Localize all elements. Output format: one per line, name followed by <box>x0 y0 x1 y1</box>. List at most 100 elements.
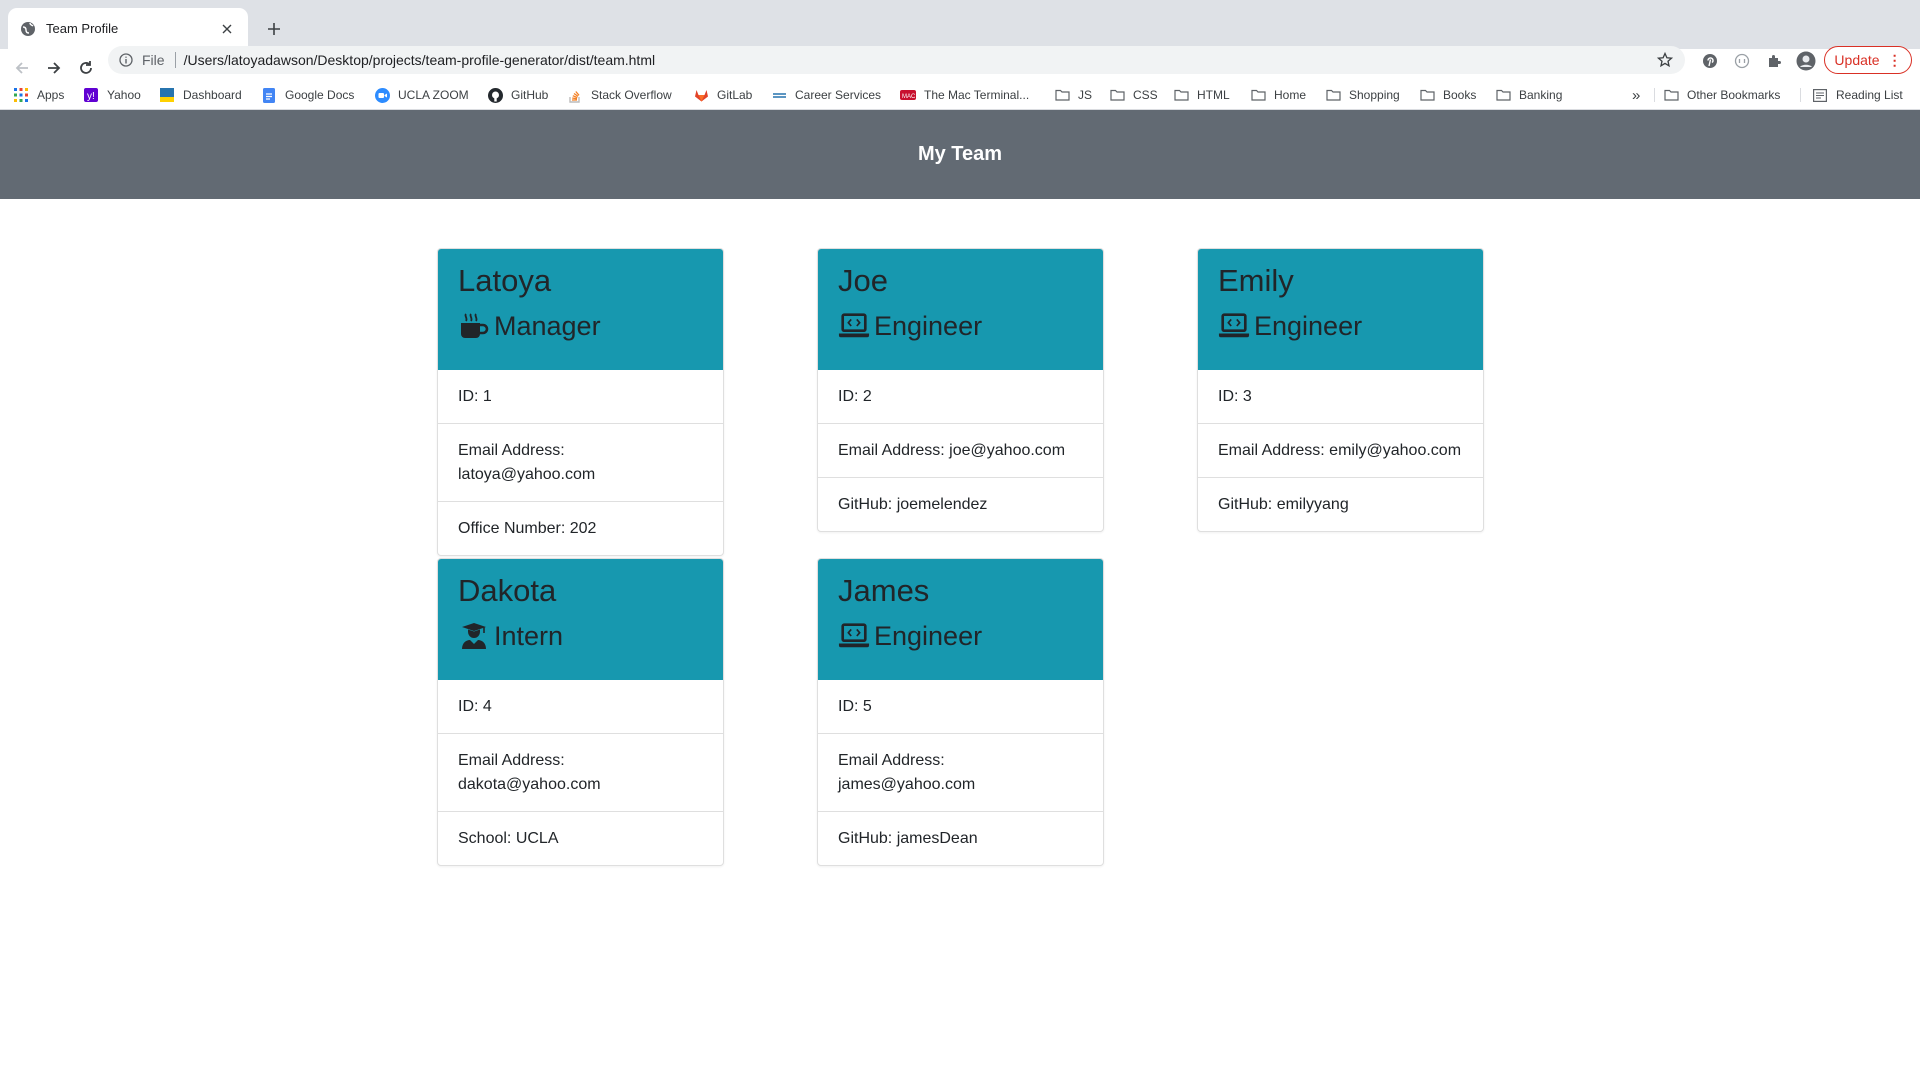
bookmark-folder-books[interactable]: Books <box>1419 86 1476 104</box>
extensions-puzzle-icon[interactable] <box>1763 50 1785 72</box>
folder-icon <box>1109 87 1125 103</box>
laptop-code-icon <box>838 622 870 650</box>
bookmark-folder-html[interactable]: HTML <box>1173 86 1230 104</box>
office-number: Office Number: 202 <box>438 501 723 555</box>
update-button[interactable]: Update ⋮ <box>1824 46 1912 74</box>
card-details-list: ID: 5 Email Address: james@yahoo.com Git… <box>818 680 1103 865</box>
bookmark-label: Dashboard <box>183 88 242 102</box>
bookmarks-overflow-button[interactable]: » <box>1632 86 1640 104</box>
bookmark-label: Other Bookmarks <box>1687 88 1781 102</box>
new-tab-button[interactable] <box>260 15 288 43</box>
card-header: Joe Engineer <box>818 249 1103 370</box>
bookmark-yahoo[interactable]: y! Yahoo <box>83 86 141 104</box>
bookmark-label: The Mac Terminal... <box>924 88 1030 102</box>
tab-title: Team Profile <box>46 21 119 36</box>
reading-list-button[interactable]: Reading List <box>1812 86 1903 104</box>
bookmarks-divider <box>1654 88 1655 102</box>
bookmark-folder-css[interactable]: CSS <box>1109 86 1158 104</box>
bookmark-folder-js[interactable]: JS <box>1054 86 1092 104</box>
bookmark-label: Banking <box>1519 88 1563 102</box>
bookmark-star-icon[interactable] <box>1655 50 1675 70</box>
ucla-icon <box>159 87 175 103</box>
email-link[interactable]: joe@yahoo.com <box>949 442 1065 459</box>
bookmark-google-docs[interactable]: Google Docs <box>261 86 354 104</box>
folder-icon <box>1173 87 1189 103</box>
bookmarks-bar: Apps y! Yahoo Dashboard Google Docs UCLA… <box>0 80 1920 110</box>
card-details-list: ID: 4 Email Address: dakota@yahoo.com Sc… <box>438 680 723 865</box>
folder-icon <box>1495 87 1511 103</box>
employee-email-row: Email Address: latoya@yahoo.com <box>438 423 723 501</box>
url-divider <box>174 52 176 68</box>
github-username[interactable]: GitHub: jamesDean <box>818 811 1103 865</box>
folder-icon <box>1325 87 1341 103</box>
bookmark-ucla-zoom[interactable]: UCLA ZOOM <box>374 86 469 104</box>
github-username[interactable]: GitHub: emilyyang <box>1198 477 1483 531</box>
page-title: My Team <box>917 143 1003 165</box>
globe-icon <box>20 21 36 37</box>
email-link[interactable]: latoya@yahoo.com <box>458 463 703 487</box>
card-details-list: ID: 3 Email Address: emily@yahoo.com Git… <box>1198 370 1483 531</box>
zoom-icon <box>374 87 390 103</box>
back-button[interactable] <box>10 56 34 80</box>
browser-tab[interactable]: Team Profile <box>8 8 248 49</box>
employee-email-row: Email Address: joe@yahoo.com <box>818 423 1103 477</box>
bookmark-folder-home[interactable]: Home <box>1250 86 1306 104</box>
bookmark-folder-banking[interactable]: Banking <box>1495 86 1562 104</box>
update-label: Update <box>1834 52 1880 68</box>
bookmark-label: Yahoo <box>107 88 141 102</box>
email-link[interactable]: emily@yahoo.com <box>1329 442 1461 459</box>
bookmark-career-services[interactable]: Career Services <box>771 86 881 104</box>
bookmark-gitlab[interactable]: GitLab <box>693 86 752 104</box>
card-header: Dakota Intern <box>438 559 723 680</box>
extension-circle-icon[interactable] <box>1731 50 1753 72</box>
role-label: Manager <box>494 311 601 341</box>
forward-button[interactable] <box>42 56 66 80</box>
svg-text:y!: y! <box>87 91 95 102</box>
address-bar[interactable]: File /Users/latoyadawson/Desktop/project… <box>108 46 1685 74</box>
bookmark-label: Shopping <box>1349 88 1400 102</box>
url-scheme: File <box>142 52 165 68</box>
employee-name: Dakota <box>458 573 557 608</box>
school-name: School: UCLA <box>438 811 723 865</box>
pinterest-extension-icon[interactable] <box>1699 50 1721 72</box>
employee-email-row: Email Address: emily@yahoo.com <box>1198 423 1483 477</box>
apps-grid-icon <box>13 87 29 103</box>
employee-role: Engineer <box>838 310 1083 342</box>
bookmark-github[interactable]: GitHub <box>487 86 548 104</box>
bookmark-label: Career Services <box>795 88 882 102</box>
card-header: James Engineer <box>818 559 1103 680</box>
bookmark-apps[interactable]: Apps <box>13 86 64 104</box>
role-label: Engineer <box>874 621 983 651</box>
email-label: Email Address: <box>458 442 565 459</box>
email-link[interactable]: dakota@yahoo.com <box>458 773 703 797</box>
email-label: Email Address: <box>838 442 945 459</box>
close-tab-icon[interactable] <box>218 20 236 38</box>
bookmark-other-bookmarks[interactable]: Other Bookmarks <box>1663 86 1780 104</box>
github-username[interactable]: GitHub: joemelendez <box>818 477 1103 531</box>
employee-role: Engineer <box>1218 310 1463 342</box>
url-text[interactable]: /Users/latoyadawson/Desktop/projects/tea… <box>184 52 1655 68</box>
svg-text:MAC: MAC <box>902 94 916 100</box>
folder-icon <box>1419 87 1435 103</box>
employee-email-row: Email Address: dakota@yahoo.com <box>438 733 723 811</box>
github-icon <box>487 87 503 103</box>
info-icon[interactable] <box>118 52 134 68</box>
yahoo-icon: y! <box>83 87 99 103</box>
bookmark-label: Google Docs <box>285 88 355 102</box>
email-link[interactable]: james@yahoo.com <box>838 773 1083 797</box>
employee-name: James <box>838 573 930 608</box>
employee-role: Manager <box>458 310 703 342</box>
bookmark-stack-overflow[interactable]: Stack Overflow <box>567 86 672 104</box>
bookmark-label: CSS <box>1133 88 1158 102</box>
profile-avatar-icon[interactable] <box>1795 50 1817 72</box>
card-header: Emily Engineer <box>1198 249 1483 370</box>
bookmark-label: Stack Overflow <box>591 88 672 102</box>
bookmark-folder-shopping[interactable]: Shopping <box>1325 86 1400 104</box>
reload-button[interactable] <box>74 56 98 80</box>
employee-name: Latoya <box>458 263 552 298</box>
bookmark-mac-terminal[interactable]: MAC The Mac Terminal... <box>900 86 1029 104</box>
tab-strip: Team Profile <box>0 0 1920 49</box>
bookmark-dashboard[interactable]: Dashboard <box>159 86 242 104</box>
folder-icon <box>1250 87 1266 103</box>
card-details-list: ID: 1 Email Address: latoya@yahoo.com Of… <box>438 370 723 555</box>
